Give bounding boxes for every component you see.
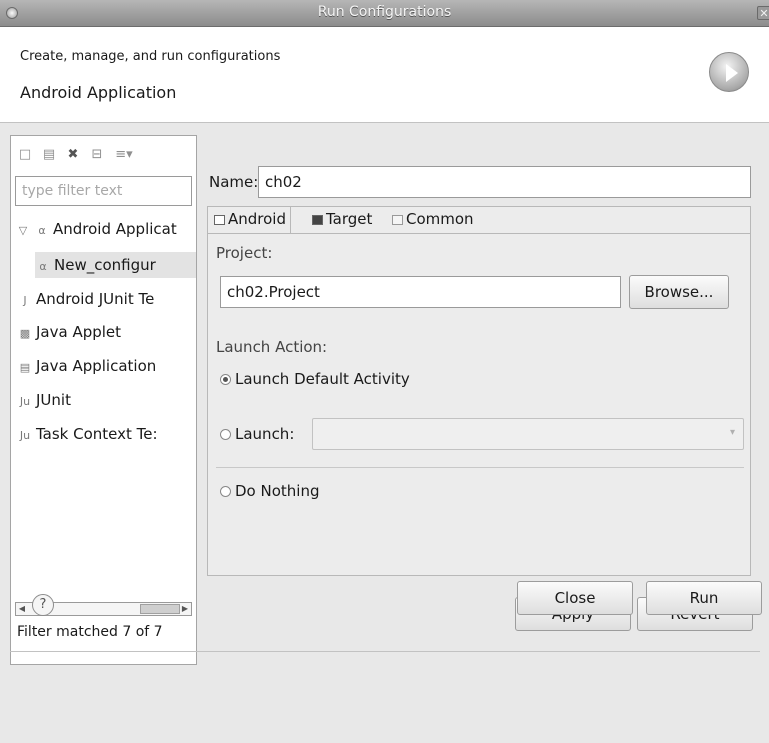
collapse-all-icon[interactable]: ⊟ xyxy=(89,147,105,163)
tree-item-label: Java Applet xyxy=(36,323,122,341)
radio-label: Launch Default Activity xyxy=(235,370,410,388)
radio-label: Do Nothing xyxy=(235,482,320,500)
help-icon[interactable]: ? xyxy=(32,594,54,616)
tree-toolbar: □ ▤ ✖ ⊟ ≡▾ xyxy=(17,144,143,166)
tree-item-android-junit[interactable]: J Android JUnit Te xyxy=(17,286,154,312)
tab-common[interactable]: Common xyxy=(388,207,478,233)
expand-arrow-icon[interactable]: ▽ xyxy=(15,218,31,242)
tree-item-label: Java Application xyxy=(36,357,157,375)
target-tab-icon xyxy=(312,215,323,225)
tree-item-label: Android JUnit Te xyxy=(36,290,155,308)
tree-item-junit[interactable]: Ju JUnit xyxy=(17,387,71,413)
scroll-right-icon[interactable]: ▶ xyxy=(179,603,191,615)
radio-do-nothing[interactable]: Do Nothing xyxy=(220,482,319,500)
browse-button[interactable]: Browse... xyxy=(629,275,729,309)
radio-unselected-icon[interactable] xyxy=(220,486,231,497)
close-icon[interactable]: ✕ xyxy=(757,6,769,20)
project-label: Project: xyxy=(216,244,273,262)
name-field[interactable] xyxy=(258,166,751,198)
configuration-tree: ▽ α Android Applicat α New_configur J Androi… xyxy=(11,216,196,586)
radio-selected-icon[interactable] xyxy=(220,374,231,385)
filter-menu-icon[interactable]: ≡▾ xyxy=(113,147,135,163)
footer-separator xyxy=(10,651,760,652)
dialog-header: Create, manage, and run configurations A… xyxy=(0,27,769,122)
combo-arrow-icon[interactable]: ▾ xyxy=(730,427,735,438)
duplicate-icon[interactable]: ▤ xyxy=(41,147,57,163)
java-app-icon: ▤ xyxy=(19,361,31,374)
configuration-tabs: Android Target Common Project: Browse...… xyxy=(207,206,751,576)
radio-unselected-icon[interactable] xyxy=(220,429,231,440)
run-button[interactable]: Run xyxy=(646,581,762,615)
android-tab-content: Project: Browse... Launch Action: Launch… xyxy=(208,233,750,575)
tree-item-label: JUnit xyxy=(36,391,71,409)
run-icon xyxy=(709,52,749,92)
launch-action-label: Launch Action: xyxy=(216,338,328,356)
junit-icon: Ju xyxy=(19,395,31,408)
project-field[interactable] xyxy=(220,276,621,308)
scroll-left-icon[interactable]: ◀ xyxy=(16,603,28,615)
radio-launch[interactable]: Launch: xyxy=(220,425,294,443)
android-app-icon: α xyxy=(38,224,46,237)
title-bar: Run Configurations ✕ xyxy=(0,0,769,27)
tree-item-android-application[interactable]: ▽ α Android Applicat xyxy=(15,216,177,242)
filter-input[interactable] xyxy=(15,176,192,206)
filter-status: Filter matched 7 of 7 xyxy=(17,624,163,640)
tab-target[interactable]: Target xyxy=(308,207,376,233)
tab-label: Common xyxy=(406,210,474,228)
tab-android[interactable]: Android xyxy=(210,207,291,233)
tree-item-label: Android Applicat xyxy=(53,220,177,238)
tab-label: Android xyxy=(228,210,286,228)
android-junit-icon: J xyxy=(23,294,27,307)
java-applet-icon: ▩ xyxy=(19,327,31,340)
task-context-icon: Ju xyxy=(19,429,31,442)
tree-item-new-configuration[interactable]: α New_configur xyxy=(35,252,196,278)
delete-icon[interactable]: ✖ xyxy=(65,147,81,163)
tree-item-label: Task Context Te: xyxy=(36,425,158,443)
header-subtitle: Create, manage, and run configurations xyxy=(20,49,281,64)
tree-item-task-context[interactable]: Ju Task Context Te: xyxy=(17,421,158,447)
tree-item-java-applet[interactable]: ▩ Java Applet xyxy=(17,319,121,345)
android-tab-icon xyxy=(214,215,225,225)
dialog-body: □ ▤ ✖ ⊟ ≡▾ ▽ α Android Applicat α New_configur … xyxy=(0,122,769,743)
launch-action-group: Launch Action: Launch Default Activity L… xyxy=(216,334,744,468)
tree-item-java-application[interactable]: ▤ Java Application xyxy=(17,353,156,379)
tree-item-label: New_configur xyxy=(54,256,156,274)
radio-launch-default-activity[interactable]: Launch Default Activity xyxy=(220,370,410,388)
window-title: Run Configurations xyxy=(317,4,452,20)
scrollbar-thumb[interactable] xyxy=(140,604,180,614)
close-button[interactable]: Close xyxy=(517,581,633,615)
tab-label: Target xyxy=(326,210,373,228)
config-icon: α xyxy=(39,260,47,273)
new-configuration-icon[interactable]: □ xyxy=(17,147,33,163)
configuration-tree-panel: □ ▤ ✖ ⊟ ≡▾ ▽ α Android Applicat α New_configur … xyxy=(10,135,197,665)
common-tab-icon xyxy=(392,215,403,225)
radio-label: Launch: xyxy=(235,425,295,443)
name-label: Name: xyxy=(209,173,259,191)
launch-activity-combo[interactable]: ▾ xyxy=(312,418,744,450)
header-section-title: Android Application xyxy=(20,83,177,102)
